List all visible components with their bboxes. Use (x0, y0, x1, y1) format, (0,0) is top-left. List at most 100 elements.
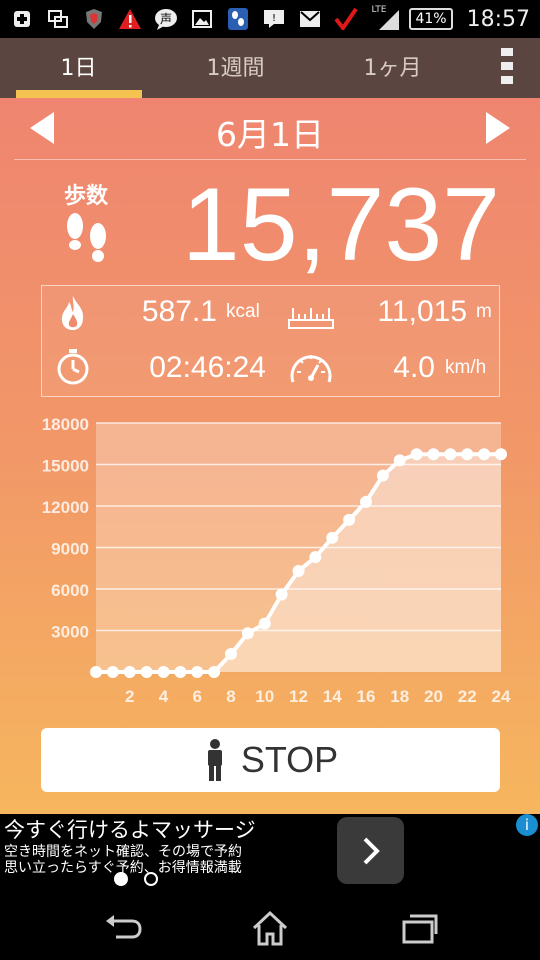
data-point (258, 617, 271, 630)
data-point (444, 448, 457, 461)
person-icon (207, 739, 222, 781)
current-date: 6月1日 (216, 115, 324, 154)
svg-text:声: 声 (160, 12, 172, 26)
divider (14, 159, 526, 160)
calories-unit: kcal (226, 301, 260, 322)
ruler-icon (288, 308, 334, 329)
recent-apps-button[interactable] (390, 904, 450, 952)
notification-icons: 声 ! (10, 8, 371, 30)
speed-value: 4.0 (393, 351, 435, 384)
period-tabs: 1日 1週間 1ヶ月 (0, 38, 540, 98)
plus-icon (10, 8, 34, 30)
elapsed-time-value: 02:46:24 (149, 351, 266, 384)
app-icon (226, 8, 250, 30)
steps-chart: 1800015000120009000600030002 4 6 8 10 12 14 16 1… (42, 415, 511, 706)
message-icon: ! (262, 8, 286, 30)
data-point (225, 648, 237, 661)
data-point (393, 454, 406, 467)
clock: 18:57 (466, 6, 530, 32)
ad-page-dot[interactable] (144, 872, 158, 886)
home-button[interactable] (240, 904, 300, 952)
data-point (410, 448, 423, 461)
ad-title: 今すぐ行けるよマッサージ (4, 818, 256, 842)
x-tick-label: 20 (424, 687, 443, 706)
svg-text:!: ! (272, 13, 276, 24)
data-point (106, 666, 119, 678)
warning-icon (118, 8, 142, 30)
data-point (427, 448, 440, 461)
data-point (376, 469, 389, 482)
calories-value: 587.1 (141, 295, 217, 328)
tab-month[interactable]: 1ヶ月 (314, 38, 471, 98)
stopwatch-icon (57, 349, 89, 385)
x-tick-label: 22 (458, 687, 477, 706)
status-bar: 声 ! LTE 41% 18:57 (0, 0, 540, 38)
data-point (309, 551, 322, 564)
fire-icon (61, 296, 84, 330)
x-tick-label: 4 (159, 687, 169, 706)
data-point (495, 448, 507, 461)
x-tick-label: 24 (492, 687, 511, 706)
x-tick-label: 6 (193, 687, 202, 706)
speed-unit: km/h (445, 357, 487, 378)
data-point (208, 666, 221, 678)
stop-button-label: STOP (240, 739, 339, 780)
chat-voice-icon: 声 (154, 8, 178, 30)
distance-value: 11,015 (377, 295, 467, 328)
data-point (461, 448, 474, 461)
tab-day[interactable]: 1日 (0, 38, 157, 98)
x-tick-label: 2 (125, 687, 134, 706)
stop-button[interactable]: STOP (41, 728, 500, 792)
next-day-arrow-icon[interactable] (486, 112, 510, 144)
x-tick-label: 10 (255, 687, 274, 706)
ad-go-button[interactable] (337, 817, 404, 884)
step-count: 15,737 (181, 167, 500, 283)
footprints-icon (67, 213, 106, 262)
data-point (360, 495, 372, 508)
mail-icon (298, 8, 322, 30)
shield-icon (82, 8, 106, 30)
signal-icon: LTE (371, 5, 401, 31)
tab-week[interactable]: 1週間 (157, 38, 314, 98)
ad-banner[interactable]: 今すぐ行けるよマッサージ 空き時間をネット確認、その場で予約 思い立ったらすぐ予… (0, 814, 540, 896)
battery-icon: 41% (409, 8, 453, 30)
back-icon (106, 915, 142, 939)
data-point (241, 627, 254, 640)
data-point (174, 666, 187, 678)
ad-info-icon[interactable]: i (516, 814, 538, 836)
data-point (123, 666, 136, 678)
check-icon (334, 8, 358, 30)
distance-unit: m (476, 301, 492, 322)
x-tick-label: 12 (289, 687, 308, 706)
data-point (140, 666, 153, 678)
data-point (90, 666, 102, 678)
y-tick-label: 12000 (42, 498, 89, 517)
x-tick-label: 18 (390, 687, 409, 706)
y-tick-label: 15000 (42, 457, 89, 476)
y-tick-label: 9000 (51, 540, 89, 559)
y-tick-label: 3000 (51, 623, 89, 642)
back-button[interactable] (92, 904, 152, 952)
y-tick-label: 6000 (51, 581, 89, 600)
overflow-menu-icon[interactable] (501, 48, 515, 84)
data-point (157, 666, 170, 678)
data-point (191, 666, 204, 678)
data-point (326, 531, 339, 544)
image-icon (190, 8, 214, 30)
data-point (292, 565, 305, 578)
date-navigator: 6月1日 (0, 98, 540, 158)
battery-level: 41% (415, 11, 447, 27)
chevron-right-icon (363, 837, 380, 864)
ad-page-dot-active[interactable] (114, 872, 128, 886)
home-icon (252, 910, 288, 946)
data-point (478, 448, 491, 461)
x-tick-label: 8 (226, 687, 235, 706)
screen-icon (46, 8, 70, 30)
y-tick-label: 18000 (42, 415, 89, 434)
navigation-bar (0, 896, 540, 960)
speedometer-icon (290, 355, 332, 383)
x-tick-label: 14 (323, 687, 342, 706)
steps-label: 歩数 (64, 184, 109, 209)
main-panel: 6月1日 歩数 15,737 587.1 kcal 11,015 m 02:46… (0, 98, 540, 814)
x-tick-label: 16 (357, 687, 376, 706)
